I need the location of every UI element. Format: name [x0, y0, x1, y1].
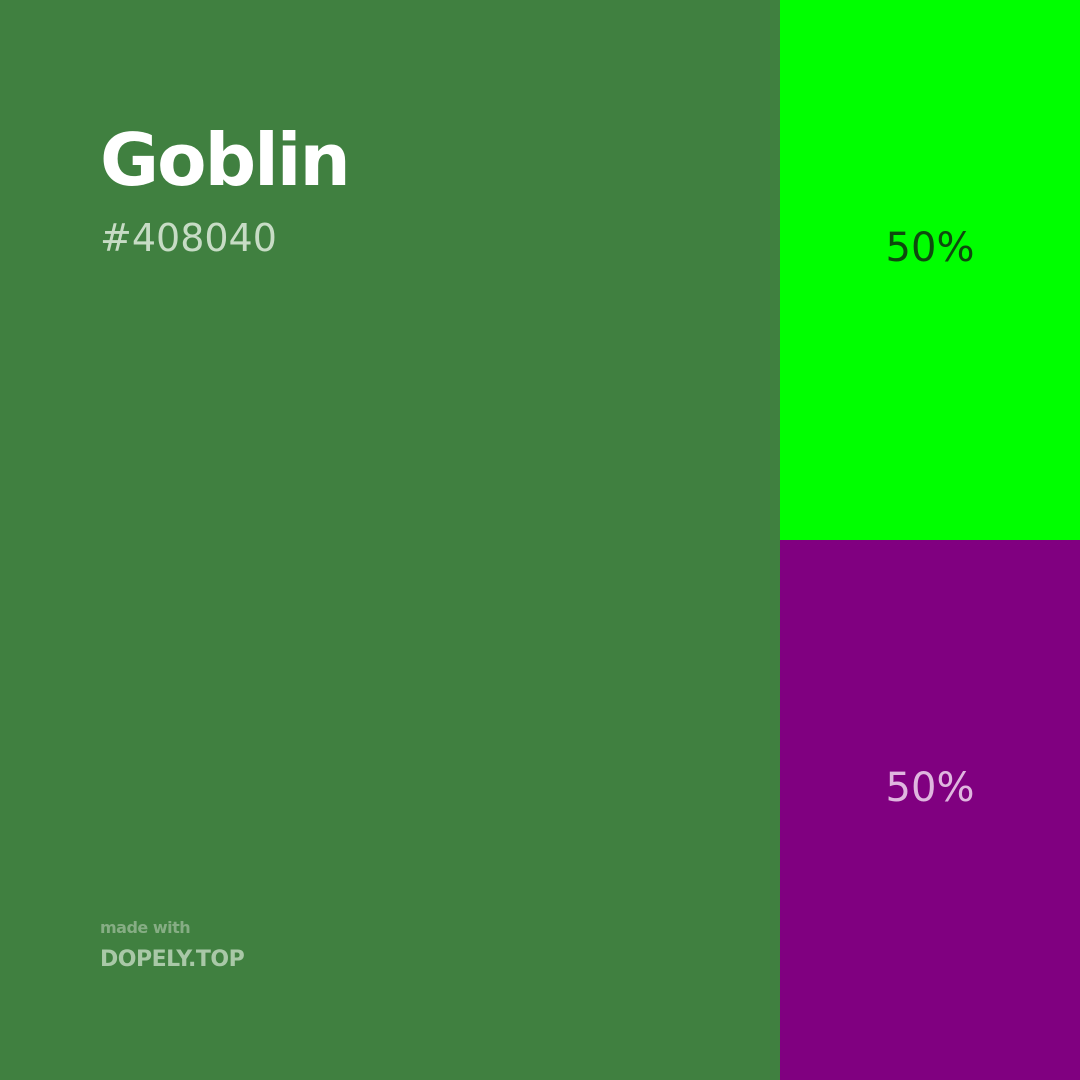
- main-color-swatch: Goblin #408040 made with DOPELY.TOP: [0, 0, 780, 1080]
- swatch-percent-green: 50%: [885, 225, 975, 271]
- made-with-label: made with: [100, 918, 191, 937]
- palette-swatch-green: 50%: [780, 0, 1080, 540]
- palette-swatch-purple: 50%: [780, 540, 1080, 1080]
- swatch-percent-purple: 50%: [885, 765, 975, 811]
- brand-link[interactable]: DOPELY.TOP: [100, 946, 245, 974]
- color-name: Goblin: [100, 118, 351, 202]
- color-hex-code: #408040: [100, 216, 277, 260]
- color-card: Goblin #408040 made with DOPELY.TOP 50% …: [0, 0, 1080, 1080]
